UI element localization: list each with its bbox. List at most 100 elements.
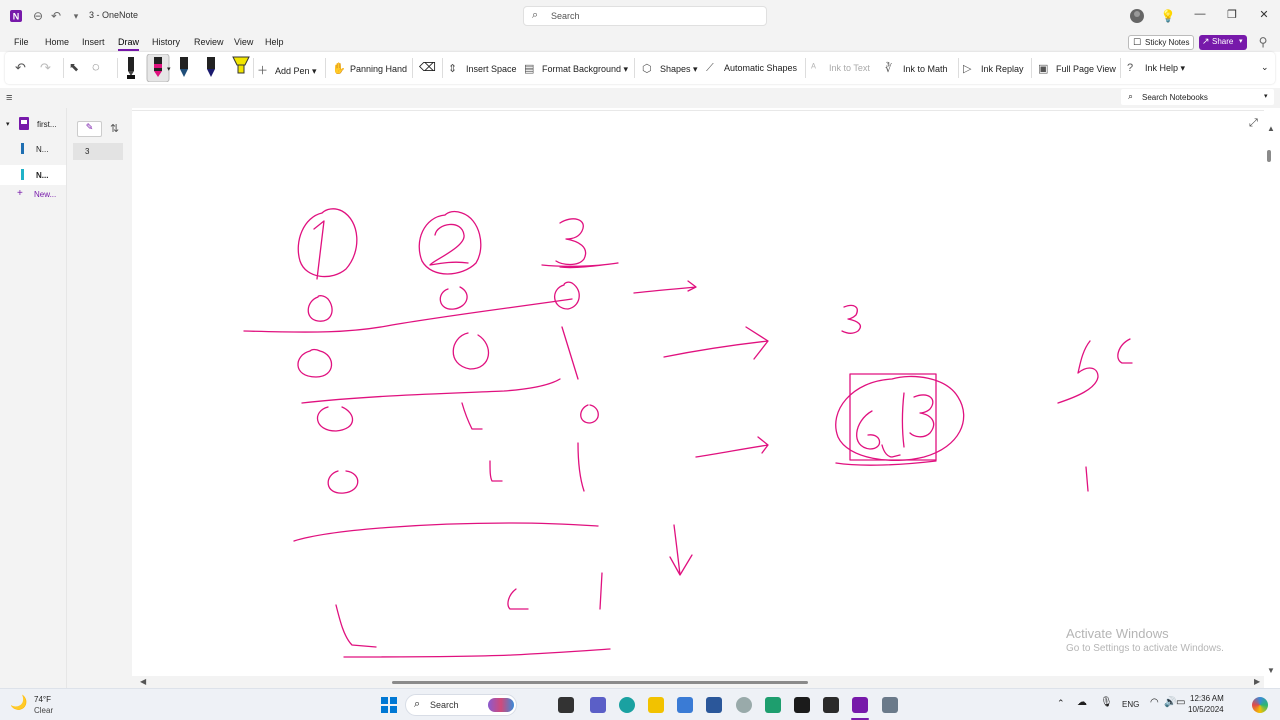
select-icon[interactable]: ⬉: [69, 60, 79, 74]
battery-icon[interactable]: ▭: [1176, 697, 1185, 708]
back-icon[interactable]: ⊖: [30, 8, 46, 24]
ink-drawing[interactable]: [132, 111, 1264, 681]
pen-pink-selected[interactable]: [151, 56, 165, 83]
weather-temp[interactable]: 74°F: [34, 695, 51, 704]
format-background-button[interactable]: ▤ Format Background ▾: [524, 62, 628, 75]
onenote-app-icon: N: [8, 8, 24, 24]
search-highlight-icon: [488, 698, 514, 712]
page-item-selected[interactable]: 3: [73, 143, 123, 160]
pen-blue[interactable]: [178, 56, 190, 83]
menu-view[interactable]: View: [234, 37, 253, 47]
search-icon: ⌕: [1128, 91, 1134, 101]
lasso-select-icon[interactable]: ◌: [92, 59, 100, 74]
clion-icon[interactable]: [794, 697, 810, 713]
menu-review[interactable]: Review: [194, 37, 224, 47]
search-input[interactable]: ⌕ Search: [523, 6, 767, 26]
clock-date[interactable]: 10/5/2024: [1188, 705, 1224, 714]
teams-icon[interactable]: [590, 697, 606, 713]
pin-icon[interactable]: ⚲: [1255, 34, 1271, 50]
highlighter-yellow[interactable]: [231, 55, 251, 82]
edge-icon[interactable]: [619, 697, 635, 713]
page-canvas[interactable]: ⤢: [132, 110, 1264, 680]
menu-draw[interactable]: Draw: [118, 37, 140, 51]
taskbar-search[interactable]: ⌕ Search: [405, 694, 517, 716]
section-item-selected[interactable]: N...: [0, 165, 66, 185]
ink-digit-3-box: [909, 394, 935, 438]
panning-hand-button[interactable]: ✋ Panning Hand: [332, 62, 407, 75]
file-explorer-icon[interactable]: [648, 697, 664, 713]
vscode-icon[interactable]: [677, 697, 693, 713]
intellij-icon[interactable]: [823, 697, 839, 713]
microphone-icon[interactable]: 🎙: [1100, 697, 1113, 708]
ink-help-button[interactable]: ? Ink Help ▾: [1127, 62, 1185, 74]
avatar[interactable]: [1129, 8, 1145, 24]
volume-icon[interactable]: 🔊: [1164, 697, 1176, 708]
eraser-icon[interactable]: ⌫: [419, 60, 436, 74]
full-page-view-button[interactable]: ▣ Full Page View: [1038, 62, 1116, 75]
wifi-icon[interactable]: ◠: [1150, 697, 1159, 708]
ink-zero-a: [307, 295, 333, 322]
browser-icon[interactable]: [736, 697, 752, 713]
pen-navy[interactable]: [205, 56, 217, 83]
redo-icon[interactable]: ↷: [40, 60, 51, 76]
ink-to-text-button[interactable]: ᴬ Ink to Text: [811, 62, 870, 74]
clock-time[interactable]: 12:36 AM: [1190, 694, 1224, 703]
horizontal-scrollbar[interactable]: ◀ ▶: [132, 676, 1264, 688]
horizontal-scroll-thumb[interactable]: [392, 681, 808, 684]
shapes-icon: ⬡: [642, 63, 652, 75]
sort-icon[interactable]: ⇅: [110, 122, 119, 135]
shapes-button[interactable]: ⬡ Shapes ▾: [642, 62, 698, 75]
lightbulb-icon[interactable]: 💡: [1160, 8, 1176, 24]
add-page-icon[interactable]: ✎: [77, 121, 102, 137]
ink-to-math-button[interactable]: ∛ Ink to Math: [885, 62, 948, 75]
task-view-icon[interactable]: [558, 697, 574, 713]
add-section-button[interactable]: + New...: [0, 188, 64, 208]
share-button[interactable]: ↗ Share ▾: [1199, 35, 1247, 50]
language-indicator[interactable]: ENG: [1122, 700, 1139, 709]
ink-digit-2: [429, 223, 469, 266]
minimize-button[interactable]: —: [1188, 8, 1212, 24]
onenote-taskbar-icon[interactable]: [852, 697, 868, 713]
vertical-scroll-thumb[interactable]: [1267, 150, 1271, 162]
pen-black[interactable]: [125, 56, 137, 83]
onedrive-icon[interactable]: ☁: [1077, 697, 1087, 708]
word-icon[interactable]: [706, 697, 722, 713]
notepad-icon[interactable]: [765, 697, 781, 713]
insert-space-button[interactable]: ⇕ Insert Space: [448, 62, 517, 75]
snipping-tool-icon[interactable]: [882, 697, 898, 713]
menu-home[interactable]: Home: [45, 37, 69, 47]
hamburger-menu-icon[interactable]: ≡: [6, 92, 12, 104]
ribbon-collapse-icon[interactable]: ⌄: [1261, 62, 1269, 73]
menu-insert[interactable]: Insert: [82, 37, 105, 47]
maximize-button[interactable]: ❐: [1220, 8, 1244, 24]
menu-help[interactable]: Help: [265, 37, 284, 47]
share-icon: ↗: [1202, 36, 1210, 46]
sticky-notes-button[interactable]: ☐ Sticky Notes: [1128, 35, 1194, 50]
menu-file[interactable]: File: [14, 37, 29, 47]
pen-dropdown-icon[interactable]: ▾: [167, 65, 171, 73]
add-pen-button[interactable]: ＋ Add Pen ▾: [257, 62, 317, 78]
windows-start-icon[interactable]: [381, 697, 397, 716]
search-notebooks-input[interactable]: ⌕ Search Notebooks ▾: [1121, 89, 1274, 105]
automatic-shapes-button[interactable]: ⟋ Automatic Shapes: [706, 62, 797, 75]
undo-icon[interactable]: ↶: [48, 8, 64, 24]
weather-moon-icon[interactable]: 🌙: [10, 694, 27, 711]
notebook-item[interactable]: ▾ first...: [0, 116, 64, 136]
close-button[interactable]: ✕: [1252, 8, 1276, 24]
scroll-left-icon[interactable]: ◀: [140, 677, 146, 686]
taskbar: 🌙 74°F Clear ⌕ Search ⌃ ☁ 🎙 ENG ◠ 🔊 ▭ 12…: [0, 688, 1280, 720]
vertical-scrollbar[interactable]: ▲ ▼: [1264, 124, 1280, 676]
scroll-down-icon[interactable]: ▼: [1267, 666, 1275, 675]
copilot-icon[interactable]: [1252, 697, 1268, 713]
undo-icon[interactable]: ↶: [15, 60, 26, 76]
chevron-up-icon[interactable]: ⌃: [1057, 698, 1065, 709]
menu-history[interactable]: History: [152, 37, 180, 47]
ink-arrow-1: [633, 280, 697, 294]
section-item[interactable]: N...: [0, 142, 64, 162]
scroll-right-icon[interactable]: ▶: [1254, 677, 1260, 686]
quick-access-dropdown-icon[interactable]: ▾: [68, 8, 84, 24]
ink-replay-button[interactable]: ▷ Ink Replay: [963, 62, 1024, 75]
scroll-up-icon[interactable]: ▲: [1267, 124, 1275, 133]
chevron-down-icon[interactable]: ▾: [1264, 92, 1268, 100]
ink-circle-1: [297, 208, 358, 278]
